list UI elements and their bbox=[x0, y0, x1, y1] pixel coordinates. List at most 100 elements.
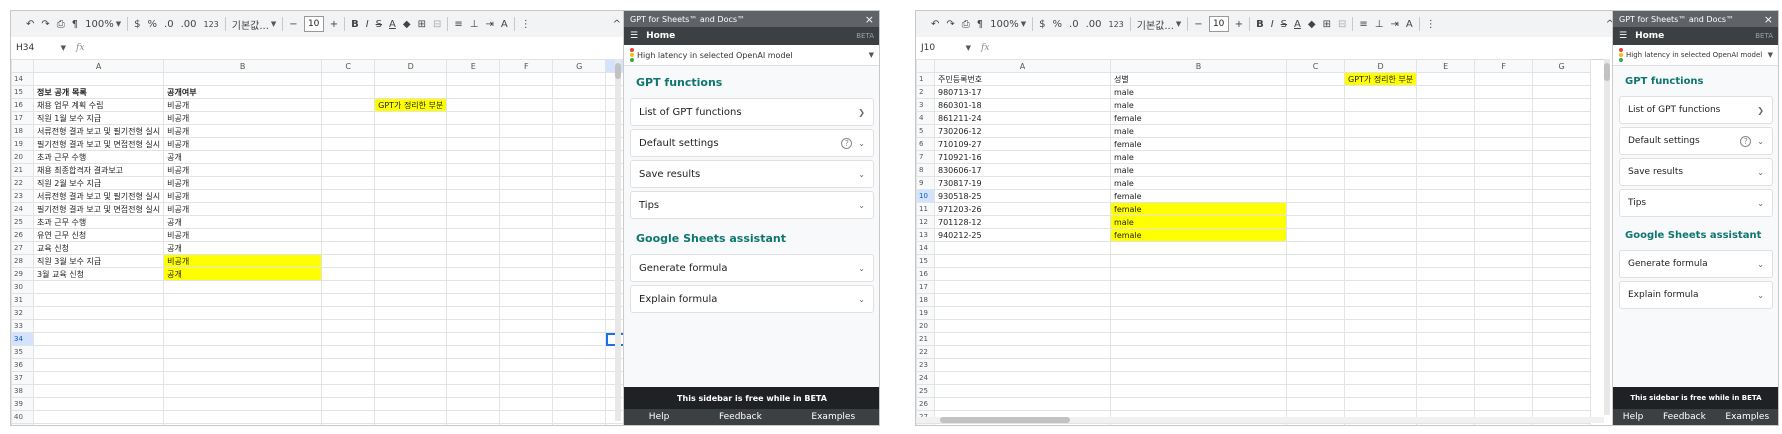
cell[interactable] bbox=[552, 241, 607, 255]
save-results-item[interactable]: Save results ⌄ bbox=[1619, 158, 1773, 186]
column-header[interactable]: C bbox=[321, 59, 376, 73]
cell[interactable] bbox=[499, 254, 554, 268]
cell[interactable] bbox=[1416, 189, 1476, 203]
cell[interactable] bbox=[32, 423, 165, 425]
cell[interactable] bbox=[552, 410, 607, 424]
model-select[interactable]: High latency in selected OpenAI model ▼ bbox=[1613, 45, 1778, 66]
cell[interactable]: 비공개 bbox=[163, 228, 323, 242]
vertical-align-icon[interactable]: ⊥ bbox=[1374, 19, 1385, 30]
number-format-button[interactable]: 123 bbox=[202, 20, 219, 29]
cell[interactable] bbox=[1110, 332, 1287, 346]
cell[interactable] bbox=[499, 189, 554, 203]
cell[interactable] bbox=[1286, 137, 1345, 151]
column-header[interactable]: F bbox=[499, 59, 554, 73]
cell[interactable] bbox=[1474, 267, 1534, 281]
row-header[interactable]: 28 bbox=[11, 254, 34, 268]
cell[interactable] bbox=[446, 111, 501, 125]
close-icon[interactable]: × bbox=[1764, 13, 1773, 26]
cell[interactable] bbox=[1532, 98, 1592, 112]
cell[interactable] bbox=[552, 72, 607, 86]
column-header[interactable]: B bbox=[163, 59, 323, 73]
row-header[interactable]: 22 bbox=[916, 345, 935, 359]
cell[interactable] bbox=[1416, 332, 1476, 346]
cell[interactable]: 930518-25 bbox=[934, 189, 1111, 203]
row-header[interactable]: 19 bbox=[11, 137, 34, 151]
cell[interactable] bbox=[1474, 215, 1534, 229]
italic-button[interactable]: I bbox=[1270, 19, 1275, 30]
cell[interactable] bbox=[321, 345, 376, 359]
examples-link[interactable]: Examples bbox=[1725, 412, 1769, 422]
cell[interactable] bbox=[1474, 137, 1534, 151]
cell[interactable] bbox=[446, 306, 501, 320]
cell[interactable] bbox=[499, 150, 554, 164]
bold-button[interactable]: B bbox=[1255, 19, 1265, 30]
cell[interactable] bbox=[374, 345, 448, 359]
cell[interactable] bbox=[934, 397, 1111, 411]
help-link[interactable]: Help bbox=[649, 412, 670, 422]
cell[interactable] bbox=[1416, 254, 1476, 268]
cell[interactable] bbox=[374, 111, 448, 125]
cell[interactable] bbox=[1532, 124, 1592, 138]
cell[interactable] bbox=[1343, 189, 1418, 203]
currency-button[interactable]: $ bbox=[1038, 19, 1046, 30]
cell[interactable] bbox=[32, 293, 165, 307]
cell[interactable]: 비공개 bbox=[163, 189, 323, 203]
cell[interactable]: 3월 교육 신청 bbox=[32, 267, 165, 281]
row-header[interactable]: 20 bbox=[11, 150, 34, 164]
cell[interactable] bbox=[374, 384, 448, 398]
cell[interactable] bbox=[934, 241, 1111, 255]
more-icon[interactable]: ⋮ bbox=[1425, 19, 1437, 30]
close-icon[interactable]: × bbox=[865, 13, 874, 26]
cell[interactable] bbox=[1286, 345, 1345, 359]
cell[interactable] bbox=[321, 137, 376, 151]
cell[interactable] bbox=[1474, 228, 1534, 242]
row-header[interactable]: 25 bbox=[11, 215, 34, 229]
text-rotation-icon[interactable]: A bbox=[500, 19, 509, 30]
cell[interactable] bbox=[446, 267, 501, 281]
cell[interactable] bbox=[446, 228, 501, 242]
cell[interactable]: 주민등록번호 bbox=[934, 72, 1111, 86]
cell[interactable]: 비공개 bbox=[163, 111, 323, 125]
cell[interactable] bbox=[163, 332, 323, 346]
cell[interactable] bbox=[446, 85, 501, 99]
cell[interactable] bbox=[1532, 397, 1592, 411]
cell[interactable]: 공개 bbox=[163, 241, 323, 255]
cell[interactable]: 필기전형 결과 보고 및 면접전형 실시 bbox=[32, 137, 165, 151]
row-header[interactable]: 15 bbox=[916, 254, 935, 268]
scrollbar-thumb[interactable] bbox=[1604, 63, 1610, 81]
cell[interactable] bbox=[321, 111, 376, 125]
cell[interactable] bbox=[1474, 189, 1534, 203]
percent-button[interactable]: % bbox=[1052, 19, 1064, 30]
help-link[interactable]: Help bbox=[1623, 412, 1644, 422]
row-header[interactable]: 23 bbox=[11, 189, 34, 203]
cell[interactable] bbox=[1416, 150, 1476, 164]
row-header[interactable]: 14 bbox=[916, 241, 935, 255]
cell[interactable]: male bbox=[1110, 98, 1287, 112]
row-header[interactable]: 4 bbox=[916, 111, 935, 125]
cell[interactable] bbox=[1532, 72, 1592, 86]
cell[interactable] bbox=[1343, 150, 1418, 164]
row-header[interactable]: 30 bbox=[11, 280, 34, 294]
cell[interactable] bbox=[163, 397, 323, 411]
cell[interactable] bbox=[499, 358, 554, 372]
cell[interactable]: 직원 1월 보수 지급 bbox=[32, 111, 165, 125]
cell[interactable] bbox=[934, 423, 1111, 425]
cell[interactable] bbox=[446, 410, 501, 424]
cell[interactable] bbox=[1286, 150, 1345, 164]
cell[interactable] bbox=[499, 228, 554, 242]
name-box[interactable]: H34 ▼ bbox=[11, 43, 66, 53]
column-header[interactable]: C bbox=[1286, 59, 1345, 73]
cell[interactable] bbox=[934, 371, 1111, 385]
generate-formula-item[interactable]: Generate formula ⌄ bbox=[630, 254, 874, 282]
column-header[interactable]: A bbox=[32, 59, 165, 73]
cell[interactable] bbox=[1286, 163, 1345, 177]
cell[interactable] bbox=[499, 423, 554, 425]
cell[interactable] bbox=[934, 254, 1111, 268]
borders-icon[interactable]: ⊞ bbox=[417, 19, 427, 30]
cell[interactable] bbox=[1416, 280, 1476, 294]
cell[interactable] bbox=[1474, 124, 1534, 138]
cell[interactable] bbox=[1474, 384, 1534, 398]
bold-button[interactable]: B bbox=[350, 19, 360, 30]
cell[interactable]: male bbox=[1110, 176, 1287, 190]
fill-color-icon[interactable]: ◆ bbox=[402, 19, 412, 30]
